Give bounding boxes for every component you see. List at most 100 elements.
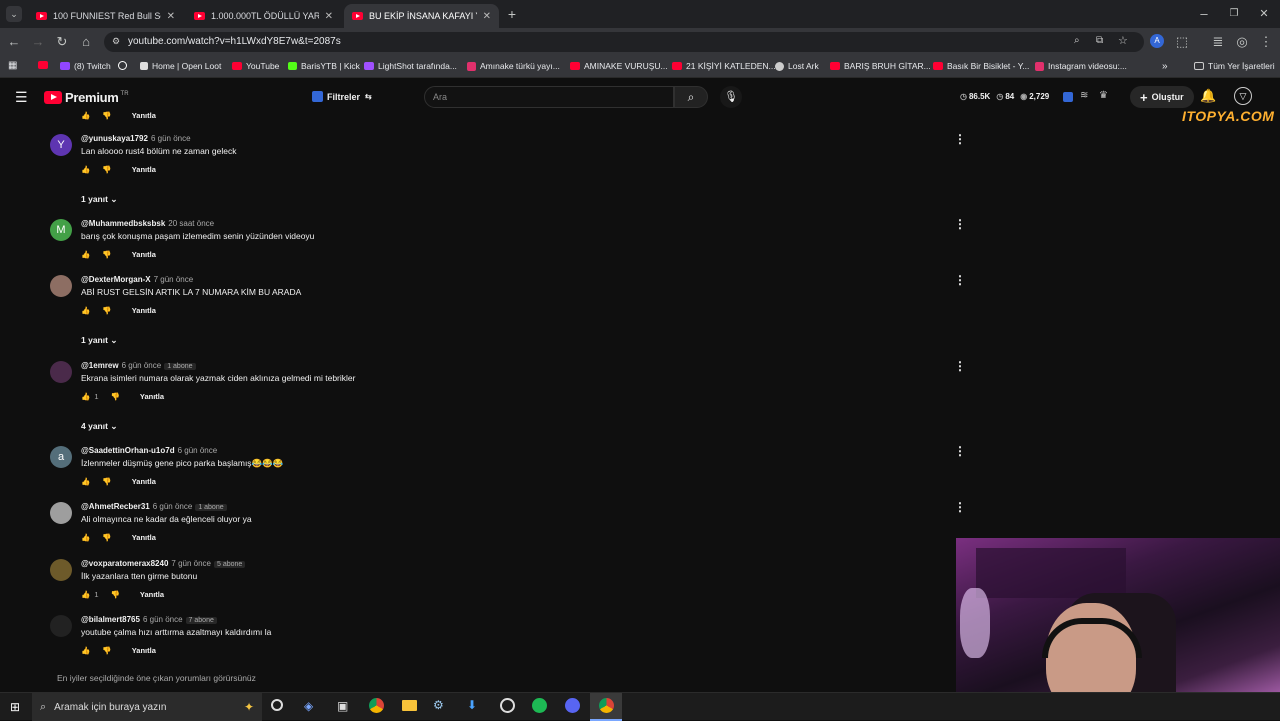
like-icon[interactable]: 👍 xyxy=(81,306,90,315)
comment-handle[interactable]: @Muhammedbsksbsk xyxy=(81,219,165,228)
tab-1[interactable]: 1.000.000TL ÖDÜLLÜ YARIŞMA ✕ xyxy=(186,4,341,28)
address-bar[interactable]: ⚙ youtube.com/watch?v=h1LWxdY8E7w&t=2087… xyxy=(104,32,1144,52)
create-button[interactable]: + Oluştur xyxy=(1130,86,1194,108)
notifications-bell-icon[interactable]: 🔔 xyxy=(1200,88,1216,104)
comment-time[interactable]: 6 gün önce xyxy=(153,502,193,511)
bookmark-youtube[interactable] xyxy=(38,61,52,69)
file-explorer-icon[interactable] xyxy=(402,700,417,711)
bookmark-item[interactable]: Lost Ark xyxy=(775,61,819,71)
bookmark-item[interactable]: AMINAKE VURUŞU... xyxy=(570,61,668,71)
dislike-icon[interactable]: 👎 xyxy=(102,250,111,259)
close-window-button[interactable]: ✕ xyxy=(1256,6,1272,22)
comment-time[interactable]: 6 gün önce xyxy=(143,615,183,624)
extension-c-icon[interactable]: ♛ xyxy=(1099,90,1108,101)
dislike-icon[interactable]: 👎 xyxy=(102,306,111,315)
bookmark-item[interactable]: BarisYTB | Kick xyxy=(288,61,360,71)
replies-toggle[interactable]: 4 yanıt ⌄ xyxy=(81,421,117,432)
all-bookmarks-folder[interactable]: Tüm Yer İşaretleri xyxy=(1194,61,1275,71)
like-icon[interactable]: 👍 xyxy=(81,590,90,599)
taskbar-search[interactable]: ⌕ Aramak için buraya yazın ✦ xyxy=(32,693,262,721)
account-icon[interactable]: ◎ xyxy=(1234,34,1250,50)
reply-button[interactable]: Yanıtla xyxy=(132,306,156,315)
dislike-icon[interactable]: 👎 xyxy=(102,165,111,174)
back-icon[interactable]: ← xyxy=(6,34,22,50)
avatar[interactable] xyxy=(50,361,72,383)
avatar[interactable] xyxy=(50,502,72,524)
bookmark-item[interactable]: BARIŞ BRUH GİTAR... xyxy=(830,61,931,71)
search-button[interactable]: ⌕ xyxy=(674,86,708,108)
dislike-icon[interactable]: 👎 xyxy=(102,533,111,542)
avatar[interactable] xyxy=(50,559,72,581)
more-bookmarks-icon[interactable]: » xyxy=(1162,61,1168,72)
media-icon[interactable]: ≣ xyxy=(1210,34,1226,50)
comment-time[interactable]: 7 gün önce xyxy=(171,559,211,568)
apps-icon[interactable]: ▦ xyxy=(8,60,17,71)
dislike-icon[interactable]: 👎 xyxy=(111,590,120,599)
avatar[interactable]: Y xyxy=(50,134,72,156)
steam-icon[interactable]: ⚙ xyxy=(433,698,444,712)
comment-handle[interactable]: @yunuskaya1792 xyxy=(81,134,148,143)
calculator-icon[interactable]: ▣ xyxy=(337,699,348,713)
comment-handle[interactable]: @SaadettinOrhan-u1o7d xyxy=(81,446,175,455)
bookmark-item[interactable]: (8) Twitch xyxy=(60,61,111,71)
app-icon[interactable]: ◈ xyxy=(304,699,313,713)
comment-handle[interactable]: @1emrew xyxy=(81,361,119,370)
avatar[interactable] xyxy=(50,275,72,297)
new-tab-button[interactable]: + xyxy=(504,6,520,22)
bookmark-item[interactable]: Home | Open Loot xyxy=(140,61,221,71)
discord-icon[interactable] xyxy=(565,698,580,713)
forward-icon[interactable]: → xyxy=(30,34,46,50)
profile-icon[interactable]: A xyxy=(1150,34,1164,48)
install-icon[interactable]: ⧉ xyxy=(1096,35,1103,46)
chrome-active-icon[interactable] xyxy=(590,693,622,721)
filters-button[interactable]: Filtreler ⇆ xyxy=(312,91,372,102)
like-icon[interactable]: 👍 xyxy=(81,477,90,486)
site-info-icon[interactable]: ⚙ xyxy=(112,36,120,47)
close-tab-icon[interactable]: ✕ xyxy=(167,11,175,22)
close-tab-icon[interactable]: ✕ xyxy=(483,11,491,22)
dislike-icon[interactable]: 👎 xyxy=(111,392,120,401)
extension-b-icon[interactable]: ≋ xyxy=(1080,90,1088,101)
chrome-icon[interactable] xyxy=(369,698,384,713)
bookmark-item[interactable]: YouTube xyxy=(232,61,279,71)
reply-button[interactable]: Yanıtla xyxy=(132,646,156,655)
download-icon[interactable]: ⬇ xyxy=(467,698,477,712)
comment-menu-icon[interactable]: ⋮ xyxy=(954,132,966,146)
comment-handle[interactable]: @AhmetRecber31 xyxy=(81,502,150,511)
bookmark-item[interactable]: Basık Bir Bisiklet - Y... xyxy=(933,61,1029,71)
task-view-icon[interactable] xyxy=(271,699,283,711)
home-icon[interactable]: ⌂ xyxy=(78,34,94,50)
comment-time[interactable]: 6 gün önce xyxy=(151,134,191,143)
like-icon[interactable]: 👍 xyxy=(81,250,90,259)
reply-button[interactable]: Yanıtla xyxy=(132,250,156,259)
menu-dots-icon[interactable]: ⋮ xyxy=(1258,34,1274,50)
tab-0[interactable]: 100 FUNNIEST Red Bull Soapbox ✕ xyxy=(28,4,183,28)
comment-handle[interactable]: @bilalmert8765 xyxy=(81,615,140,624)
reply-button[interactable]: Yanıtla xyxy=(132,477,156,486)
minimize-button[interactable]: – xyxy=(1196,6,1212,22)
dislike-icon[interactable]: 👎 xyxy=(102,477,111,486)
reload-icon[interactable]: ↻ xyxy=(54,34,70,50)
extension-a-icon[interactable] xyxy=(1063,92,1073,102)
spotify-icon[interactable] xyxy=(532,698,547,713)
search-input[interactable] xyxy=(425,87,665,107)
comment-time[interactable]: 6 gün önce xyxy=(178,446,218,455)
comment-time[interactable]: 20 saat önce xyxy=(168,219,214,228)
comment-menu-icon[interactable]: ⋮ xyxy=(954,444,966,458)
like-icon[interactable]: 👍 xyxy=(81,392,90,401)
bookmark-item[interactable]: 21 KİŞİYİ KATLEDEN... xyxy=(672,61,776,71)
close-tab-icon[interactable]: ✕ xyxy=(325,11,333,22)
voice-search-icon[interactable]: 🎙 xyxy=(720,86,742,108)
youtube-logo[interactable]: Premium TR xyxy=(44,90,129,105)
tab-search-icon[interactable]: ⌄ xyxy=(6,6,22,22)
avatar[interactable]: M xyxy=(50,219,72,241)
like-icon[interactable]: 👍 xyxy=(81,646,90,655)
tab-2[interactable]: BU EKİP İNSANA KAFAYI YEDİRT ✕ xyxy=(344,4,499,28)
avatar[interactable] xyxy=(50,615,72,637)
avatar[interactable]: a xyxy=(50,446,72,468)
app-red-icon[interactable] xyxy=(500,698,515,713)
replies-toggle[interactable]: 1 yanıt ⌄ xyxy=(81,194,117,205)
comment-menu-icon[interactable]: ⋮ xyxy=(954,273,966,287)
like-icon[interactable]: 👍 xyxy=(81,111,90,120)
reply-button[interactable]: Yanıtla xyxy=(140,590,164,599)
